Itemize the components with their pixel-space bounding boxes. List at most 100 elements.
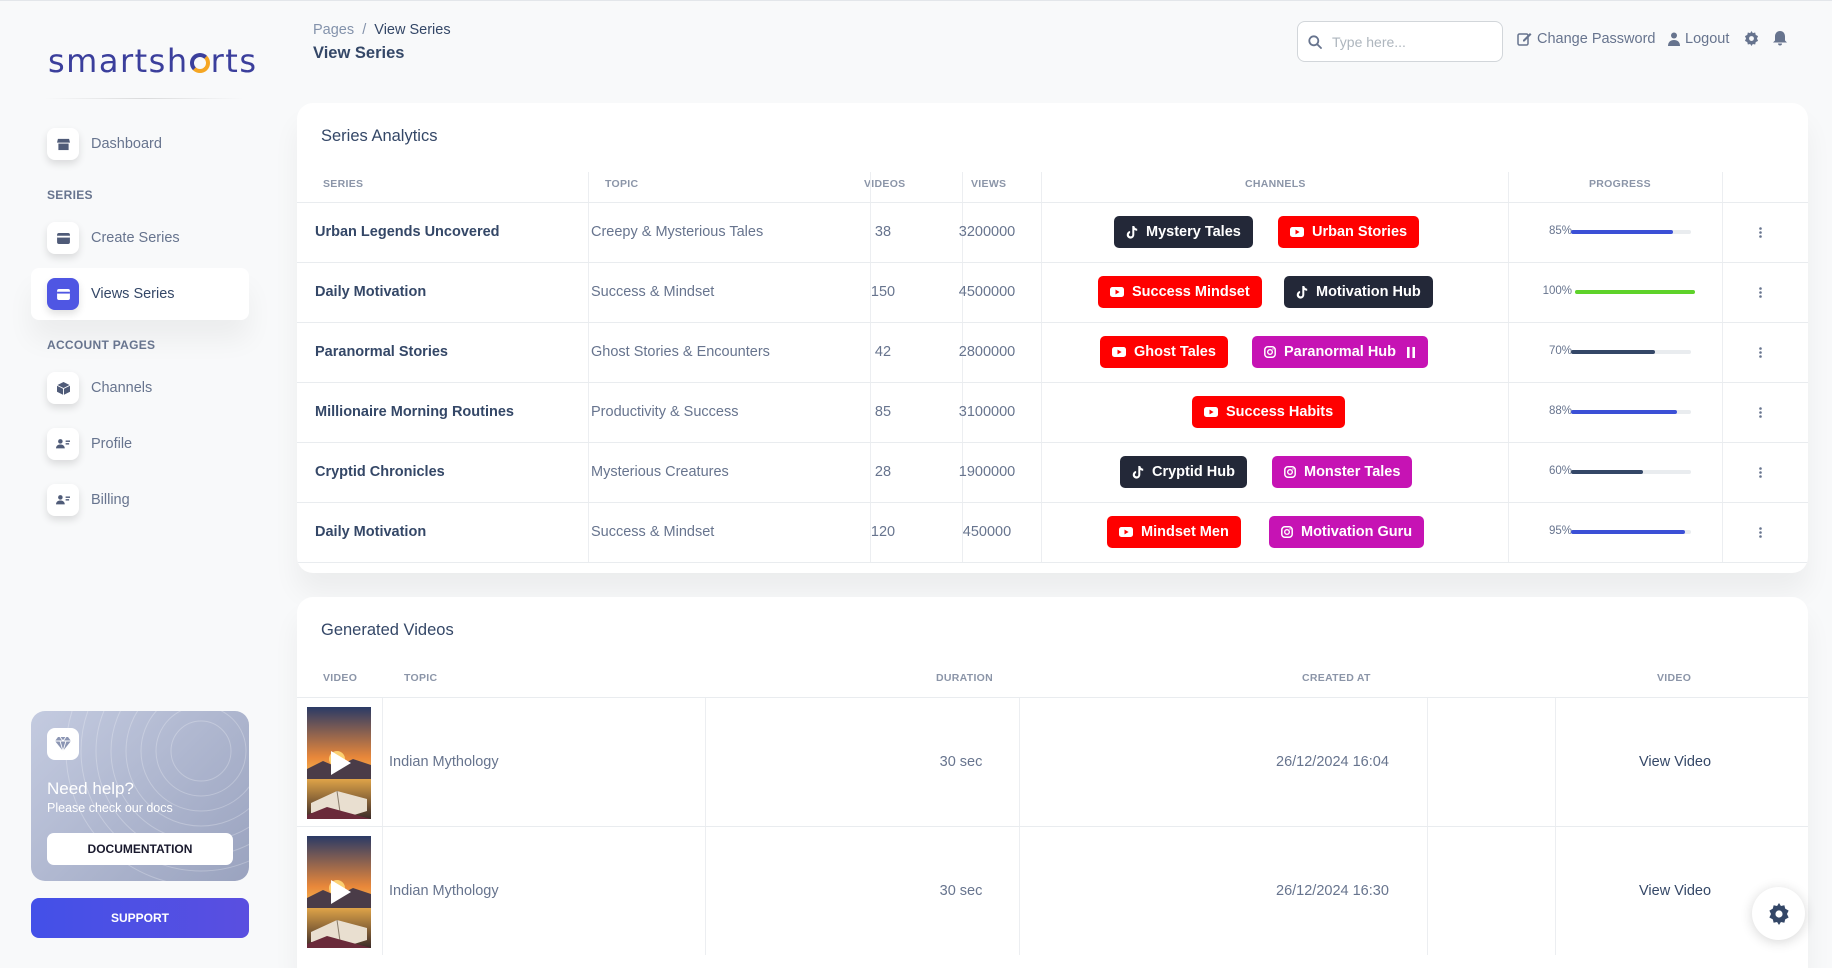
series-name[interactable]: Cryptid Chronicles — [315, 464, 445, 480]
bell-icon[interactable] — [1773, 31, 1787, 51]
progress-percent: 88% — [1548, 405, 1572, 417]
sidebar-section-series: SERIES — [47, 188, 93, 202]
channel-badge-instagram[interactable]: Motivation Guru — [1269, 516, 1425, 548]
col-header-duration: Duration — [936, 672, 994, 684]
channel-name: Motivation Guru — [1301, 524, 1413, 540]
series-name[interactable]: Millionaire Morning Routines — [315, 404, 514, 420]
sidebar-item-dashboard[interactable]: Dashboard — [31, 118, 249, 170]
channel-badge-tiktok[interactable]: Motivation Hub — [1284, 276, 1433, 308]
series-video-count: 28 — [874, 464, 892, 480]
youtube-icon — [1110, 287, 1124, 297]
series-view-count: 2800000 — [958, 344, 1016, 360]
card-title: Generated Videos — [321, 621, 454, 639]
change-password-label: Change Password — [1537, 31, 1656, 47]
progress-bar-fill — [1571, 470, 1643, 474]
logout-link[interactable]: Logout — [1668, 31, 1729, 47]
diamond-icon — [47, 728, 79, 760]
video-thumbnail[interactable] — [307, 707, 371, 819]
channel-name: Mindset Men — [1141, 524, 1229, 540]
progress-bar — [1575, 290, 1695, 294]
channel-badge-youtube[interactable]: Ghost Tales — [1100, 336, 1228, 368]
change-password-link[interactable]: Change Password — [1517, 31, 1656, 47]
series-analytics-card: Series Analytics Series Topic Videos Vie… — [297, 103, 1808, 573]
col-header-created-at: Created At — [1302, 672, 1371, 684]
sidebar-item-views-series[interactable]: Views Series — [31, 268, 249, 320]
col-header-topic: Topic — [404, 672, 438, 684]
view-video-link[interactable]: View Video — [1639, 883, 1711, 899]
brand-logo[interactable]: smartsh rts — [48, 42, 257, 80]
row-menu-icon[interactable] — [1752, 282, 1768, 302]
progress-percent: 85% — [1548, 225, 1572, 237]
series-name[interactable]: Paranormal Stories — [315, 344, 448, 360]
progress-bar-fill — [1571, 530, 1685, 534]
instagram-icon — [1284, 466, 1296, 478]
card-title: Series Analytics — [321, 127, 438, 145]
channel-badge-tiktok[interactable]: Mystery Tales — [1114, 216, 1253, 248]
channel-name: Ghost Tales — [1134, 344, 1216, 360]
row-menu-icon[interactable] — [1752, 402, 1768, 422]
sidebar-item-channels[interactable]: Channels — [31, 362, 249, 414]
channel-name: Success Mindset — [1132, 284, 1250, 300]
channel-badge-youtube[interactable]: Success Habits — [1192, 396, 1346, 428]
series-view-count: 3100000 — [958, 404, 1016, 420]
series-video-count: 85 — [874, 404, 892, 420]
search-icon — [1308, 34, 1322, 49]
video-topic: Indian Mythology — [389, 882, 499, 899]
logout-label: Logout — [1685, 31, 1730, 47]
channel-badge-youtube[interactable]: Urban Stories — [1278, 216, 1420, 248]
sidebar-item-create-series[interactable]: Create Series — [31, 212, 249, 264]
help-title: Need help? — [47, 779, 134, 798]
sidebar-divider — [44, 98, 244, 99]
support-button[interactable]: SUPPORT — [31, 898, 249, 938]
series-name[interactable]: Urban Legends Uncovered — [315, 224, 500, 240]
settings-icon — [1768, 902, 1789, 925]
documentation-button[interactable]: DOCUMENTATION — [47, 833, 233, 865]
series-view-count: 3200000 — [958, 224, 1016, 240]
channel-badge-instagram[interactable]: Monster Tales — [1272, 456, 1413, 488]
settings-fab-button[interactable] — [1752, 887, 1805, 940]
series-topic: Productivity & Success — [591, 404, 739, 420]
shop-icon — [47, 128, 79, 160]
row-menu-icon[interactable] — [1752, 462, 1768, 482]
series-name[interactable]: Daily Motivation — [315, 284, 426, 300]
settings-icon[interactable] — [1744, 31, 1759, 51]
progress-bar-fill — [1571, 410, 1677, 414]
breadcrumb: Pages / View Series — [313, 22, 451, 38]
sidebar-item-profile[interactable]: Profile — [31, 418, 249, 470]
video-duration: 30 sec — [939, 753, 983, 770]
user-icon — [1668, 32, 1680, 46]
breadcrumb-separator: / — [362, 22, 367, 38]
progress-percent: 70% — [1548, 345, 1572, 357]
youtube-icon — [1290, 227, 1304, 237]
sidebar-section-account: ACCOUNT PAGES — [47, 338, 156, 352]
col-header-progress: Progress — [1589, 178, 1651, 190]
series-topic: Ghost Stories & Encounters — [591, 344, 770, 360]
series-name[interactable]: Daily Motivation — [315, 524, 426, 540]
breadcrumb-root[interactable]: Pages — [313, 22, 354, 38]
sidebar-item-label: Channels — [91, 380, 153, 396]
channel-badge-instagram[interactable]: Paranormal Hub — [1252, 336, 1428, 368]
progress-bar — [1571, 530, 1691, 534]
row-menu-icon[interactable] — [1752, 222, 1768, 242]
row-menu-icon[interactable] — [1752, 522, 1768, 542]
view-video-link[interactable]: View Video — [1639, 754, 1711, 770]
sidebar-item-label: Create Series — [91, 230, 180, 246]
sidebar-item-billing[interactable]: Billing — [31, 474, 249, 526]
channel-badge-tiktok[interactable]: Cryptid Hub — [1120, 456, 1247, 488]
video-thumbnail[interactable] — [307, 836, 371, 948]
channel-badge-youtube[interactable]: Mindset Men — [1107, 516, 1241, 548]
progress-bar-fill — [1575, 290, 1695, 294]
video-created-at: 26/12/2024 16:04 — [1276, 753, 1389, 770]
sidebar-item-label: Billing — [91, 492, 130, 508]
help-card: Need help? Please check our docs DOCUMEN… — [31, 711, 249, 881]
logo-o-mark — [189, 53, 210, 73]
search-input[interactable] — [1332, 33, 1482, 50]
progress-percent: 100% — [1542, 285, 1572, 297]
row-menu-icon[interactable] — [1752, 342, 1768, 362]
series-view-count: 450000 — [962, 524, 1012, 540]
sidebar-item-label: Profile — [91, 436, 133, 452]
youtube-icon — [1119, 527, 1133, 537]
search-box[interactable] — [1297, 21, 1503, 62]
channel-badge-youtube[interactable]: Success Mindset — [1098, 276, 1262, 308]
page-title: View Series — [313, 44, 405, 62]
